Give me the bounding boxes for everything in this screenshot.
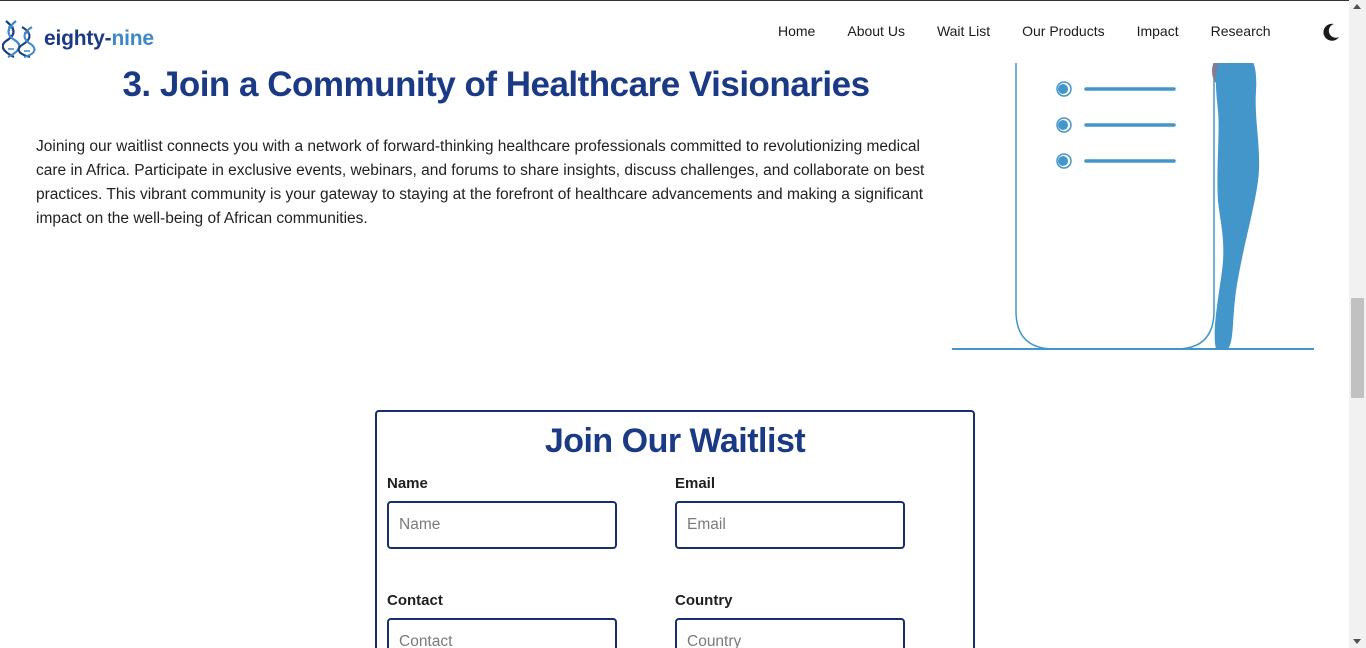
- section-title: 3. Join a Community of Healthcare Vision…: [122, 65, 870, 104]
- brand-name-part2: nine: [111, 27, 154, 50]
- contact-label: Contact: [387, 592, 443, 609]
- name-label: Name: [387, 475, 428, 492]
- vertical-scrollbar[interactable]: [1349, 0, 1366, 648]
- moon-icon: [1323, 23, 1339, 41]
- page: eighty-nine Home About Us Wait List Our …: [0, 0, 1349, 648]
- email-input[interactable]: [675, 501, 905, 549]
- scroll-up-arrow-icon[interactable]: [1353, 4, 1361, 9]
- section-body-text: Joining our waitlist connects you with a…: [36, 138, 925, 227]
- name-input[interactable]: [387, 501, 617, 549]
- nav-item-home[interactable]: Home: [778, 23, 815, 39]
- brand-logo[interactable]: eighty-nine: [2, 19, 154, 59]
- brand-name-part1: eighty-: [44, 27, 112, 50]
- nav-item-our-products[interactable]: Our Products: [1022, 23, 1104, 39]
- contact-input[interactable]: [387, 618, 617, 648]
- theme-toggle-button[interactable]: [1320, 21, 1342, 43]
- nav-item-about-us[interactable]: About Us: [847, 23, 905, 39]
- nav-item-research[interactable]: Research: [1211, 23, 1271, 39]
- main-nav: Home About Us Wait List Our Products Imp…: [778, 23, 1271, 39]
- navbar: eighty-nine Home About Us Wait List Our …: [0, 1, 1349, 63]
- brand-name: eighty-nine: [44, 27, 154, 51]
- dna-helix-icon: [2, 20, 36, 58]
- nav-item-wait-list[interactable]: Wait List: [937, 23, 990, 39]
- country-input[interactable]: [675, 618, 905, 648]
- nav-item-impact[interactable]: Impact: [1137, 23, 1179, 39]
- waitlist-form: Join Our Waitlist Name Email Contact Cou…: [375, 410, 975, 648]
- scroll-down-arrow-icon[interactable]: [1353, 639, 1361, 644]
- country-label: Country: [675, 592, 733, 609]
- scrollbar-thumb[interactable]: [1351, 298, 1364, 398]
- waitlist-title: Join Our Waitlist: [544, 422, 806, 460]
- email-label: Email: [675, 475, 716, 492]
